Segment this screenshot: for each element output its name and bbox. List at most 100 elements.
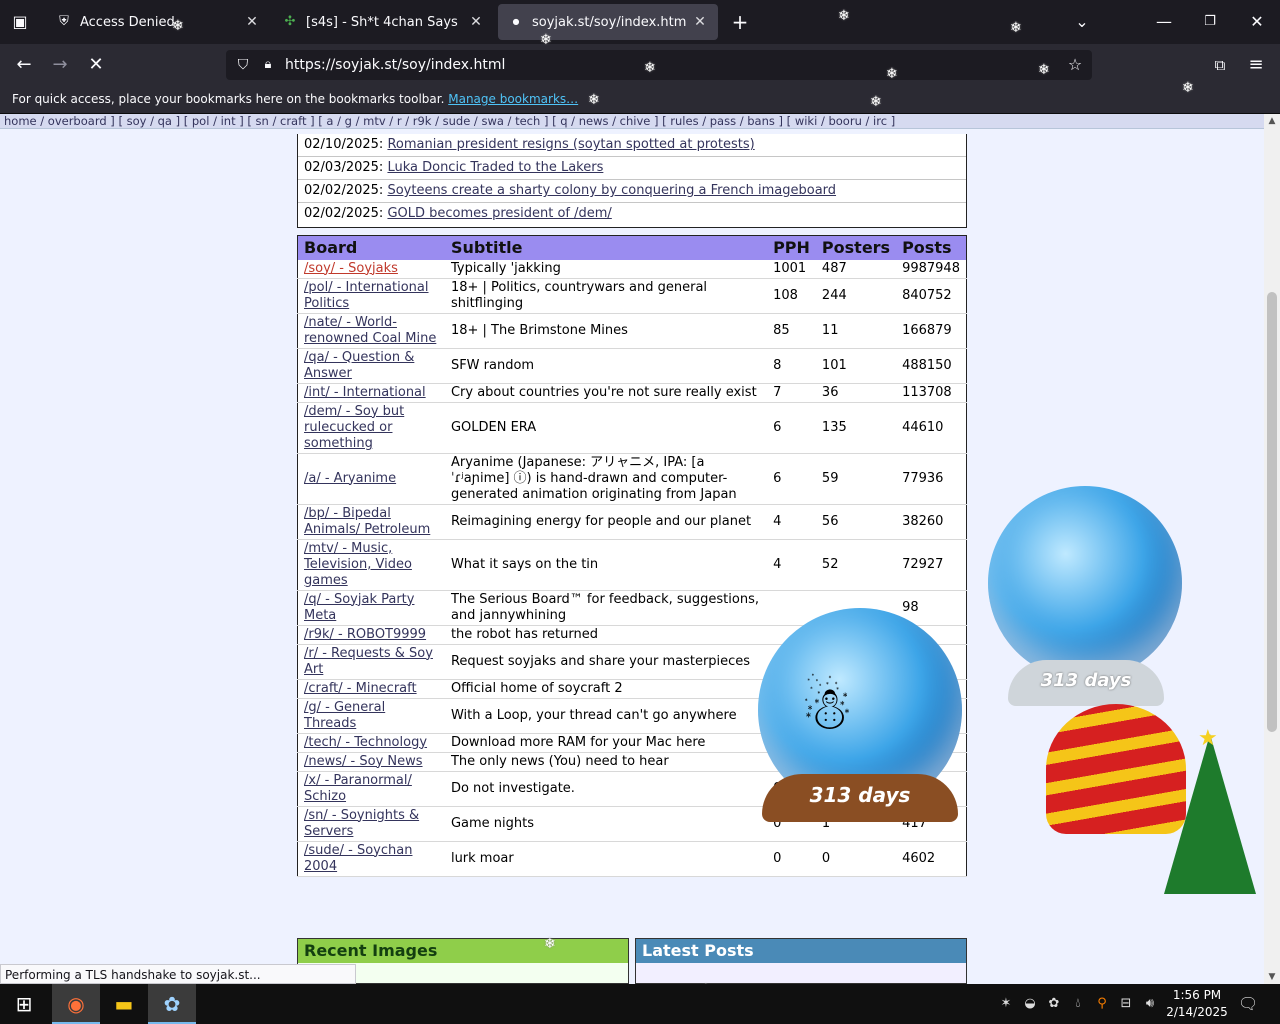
board-link[interactable]: /g/ - General Threads: [304, 700, 385, 731]
board-posts: 72927: [902, 556, 944, 572]
board-pph-cell: 7: [767, 383, 816, 403]
snowflake-icon: ❄: [1010, 20, 1022, 36]
board-link-cell: /a/ - Aryanime: [297, 453, 445, 505]
board-subtitle: Cry about countries you're not sure real…: [450, 384, 757, 400]
taskbar-clock[interactable]: 1:56 PM 2/14/2025: [1164, 987, 1230, 1021]
firefox-icon[interactable]: ◉: [52, 984, 100, 1024]
snow-globe-base-2: 313 days: [1008, 660, 1164, 706]
board-link[interactable]: /craft/ - Minecraft: [304, 681, 417, 696]
close-tab-icon[interactable]: ✕: [468, 14, 484, 30]
news-item: 02/02/2025: Soyteens create a sharty col…: [298, 180, 966, 203]
board-link[interactable]: /r9k/ - ROBOT9999: [304, 627, 426, 642]
board-subtitle-cell: 18+ | Politics, countrywars and general …: [444, 278, 768, 314]
board-posts-cell: 4602: [896, 841, 967, 877]
board-link[interactable]: /nate/ - World-renowned Coal Mine: [304, 315, 436, 346]
board-posters-cell: 101: [815, 348, 897, 384]
board-subtitle-cell: Game nights: [444, 806, 768, 842]
tab-access-denied[interactable]: ⛨ Access Denied ✕: [46, 4, 270, 40]
file-explorer-icon[interactable]: ▬: [100, 984, 148, 1024]
news-box: 02/10/2025: Romanian president resigns (…: [297, 134, 967, 228]
new-tab-icon[interactable]: +: [728, 10, 752, 34]
board-link[interactable]: /r/ - Requests & Soy Art: [304, 646, 433, 677]
firefox-view-icon[interactable]: ▣: [8, 10, 32, 34]
board-row: /dem/ - Soy but rulecucked or something G…: [297, 402, 967, 454]
snow-globe-base: 313 days: [762, 774, 958, 822]
close-tab-icon[interactable]: ✕: [244, 14, 260, 30]
scroll-down-icon[interactable]: ▼: [1264, 972, 1280, 982]
board-subtitle-cell: The Serious Board™ for feedback, suggest…: [444, 590, 768, 626]
board-link[interactable]: /mtv/ - Music, Television, Video games: [304, 541, 412, 588]
news-link[interactable]: Romanian president resigns (soytan spott…: [387, 137, 754, 152]
page-scrollbar[interactable]: ▲ ▼: [1264, 114, 1280, 984]
scrollbar-thumb[interactable]: [1267, 292, 1277, 732]
board-link[interactable]: /int/ - International: [304, 385, 426, 400]
paint-icon[interactable]: ✿: [148, 984, 196, 1024]
board-link[interactable]: /dem/ - Soy but rulecucked or something: [304, 404, 404, 451]
board-pph: 7: [773, 384, 782, 400]
recent-images-title: Recent Images: [298, 939, 628, 963]
status-panel: Performing a TLS handshake to soyjak.st.…: [0, 964, 356, 984]
tray-icon[interactable]: ✶: [996, 994, 1016, 1014]
back-icon[interactable]: ←: [12, 53, 36, 77]
board-link[interactable]: /sn/ - Soynights & Servers: [304, 808, 419, 839]
lock-icon[interactable]: 🔒︎: [258, 54, 278, 76]
board-pph-cell: [767, 590, 816, 626]
list-all-tabs-icon[interactable]: ⌄: [1070, 10, 1094, 34]
stop-loading-icon[interactable]: ✕: [84, 53, 108, 77]
tracking-protection-shield-icon[interactable]: ⛉: [232, 54, 254, 76]
volume-icon[interactable]: 🔊︎: [1140, 994, 1160, 1014]
board-link[interactable]: /qa/ - Question & Answer: [304, 350, 414, 381]
url-text[interactable]: https://soyjak.st/soy/index.html: [285, 57, 505, 73]
network-icon[interactable]: ⊟: [1116, 994, 1136, 1014]
board-posts-cell: 38260: [896, 504, 967, 540]
start-icon[interactable]: ⊞: [0, 984, 48, 1024]
menu-hamburger-icon[interactable]: ≡: [1244, 53, 1268, 77]
board-posts: 488150: [902, 357, 952, 373]
board-link[interactable]: /pol/ - International Politics: [304, 280, 429, 311]
tab-s4s[interactable]: ✣ [s4s] - Sh*t 4chan Says - Catalog ✕: [272, 4, 494, 40]
minimize-icon[interactable]: —: [1152, 10, 1176, 34]
board-posts: 840752: [902, 287, 952, 303]
snowflake-icon: ❄: [886, 66, 898, 82]
restore-icon[interactable]: ❐: [1198, 10, 1222, 34]
tray-icon[interactable]: ⚲: [1092, 994, 1112, 1014]
board-posters: 244: [821, 287, 847, 303]
tray-icon[interactable]: 💧︎: [1068, 994, 1088, 1014]
board-row: /a/ - Aryanime Aryanime (Japanese: アリャニメ,…: [297, 453, 967, 505]
news-link[interactable]: Soyteens create a sharty colony by conqu…: [387, 183, 836, 198]
board-posters-cell: 11: [815, 313, 897, 349]
notifications-icon[interactable]: 🗨︎: [1238, 994, 1258, 1014]
extensions-icon[interactable]: ⧉: [1208, 53, 1232, 77]
board-posters: 135: [821, 419, 847, 435]
bookmark-star-icon[interactable]: ☆: [1064, 54, 1086, 76]
board-posts: 9987948: [902, 260, 960, 276]
board-link[interactable]: /tech/ - Technology: [304, 735, 427, 750]
close-tab-icon[interactable]: ✕: [692, 14, 708, 30]
tray-icon[interactable]: ✿: [1044, 994, 1064, 1014]
news-item: 02/10/2025: Romanian president resigns (…: [298, 134, 966, 157]
close-window-icon[interactable]: ✕: [1245, 10, 1269, 34]
board-link[interactable]: /x/ - Paranormal/ Schizo: [304, 773, 412, 804]
forward-icon[interactable]: →: [48, 53, 72, 77]
manage-bookmarks-link[interactable]: Manage bookmarks…: [448, 92, 578, 106]
board-posts-cell: 166879: [896, 313, 967, 349]
board-link-cell: /nate/ - World-renowned Coal Mine: [297, 313, 445, 349]
board-link[interactable]: /soy/ - Soyjaks: [304, 261, 398, 276]
board-posts-cell: 840752: [896, 278, 967, 314]
news-link[interactable]: GOLD becomes president of /dem/: [387, 206, 611, 221]
news-link[interactable]: Luka Doncic Traded to the Lakers: [387, 160, 603, 175]
scroll-up-icon[interactable]: ▲: [1264, 116, 1280, 126]
tray-icon[interactable]: ◒: [1020, 994, 1040, 1014]
board-link[interactable]: /sude/ - Soychan 2004: [304, 843, 412, 874]
board-link[interactable]: /a/ - Aryanime: [304, 471, 396, 486]
board-posts: 166879: [902, 322, 952, 338]
board-link[interactable]: /bp/ - Bipedal Animals/ Petroleum: [304, 506, 430, 537]
s4s-icon: ✣: [284, 14, 296, 29]
board-link[interactable]: /news/ - Soy News: [304, 754, 423, 769]
url-bar[interactable]: ⛉ 🔒︎ https://soyjak.st/soy/index.html ☆: [226, 50, 1092, 80]
board-pph: 6: [773, 419, 782, 435]
board-list-nav[interactable]: home / overboard ] [ soy / qa ] [ pol / …: [0, 114, 1264, 129]
tab-soyjak[interactable]: ● soyjak.st/soy/index.html ✕: [498, 4, 718, 40]
board-link[interactable]: /q/ - Soyjak Party Meta: [304, 592, 414, 623]
board-subtitle: Game nights: [450, 815, 534, 831]
